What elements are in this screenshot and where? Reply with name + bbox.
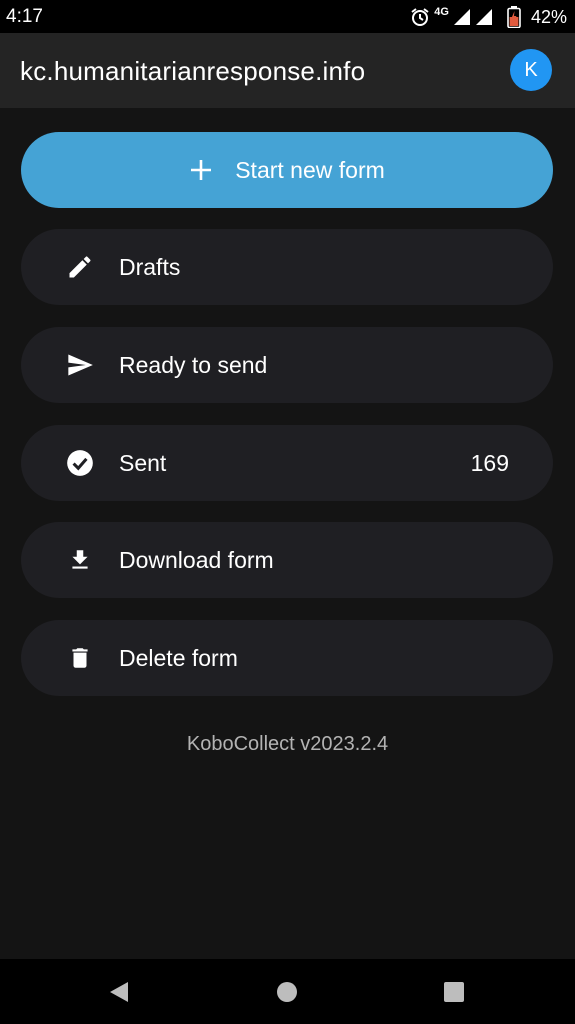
app-bar: kc.humanitarianresponse.info K [0,33,575,108]
status-bar: 4:17 4G 42% [0,0,575,33]
project-title: kc.humanitarianresponse.info [20,56,366,86]
plus-icon [191,160,212,180]
trash-icon [66,644,94,672]
delete-form-label: Delete form [119,645,238,671]
delete-form-button[interactable]: Delete form [21,620,553,696]
network-type-label: 4G [434,6,449,18]
sent-label: Sent [119,450,167,476]
avatar-letter: K [524,58,538,81]
app-version: KoboCollect v2023.2.4 [186,733,389,755]
sent-button[interactable]: Sent 169 [21,425,553,501]
signal-icon-secondary [475,9,492,25]
send-icon [66,351,94,379]
sent-count: 169 [470,450,509,476]
battery-percent: 42% [530,6,567,27]
start-new-form-label: Start new form [235,156,385,183]
status-time: 4:17 [6,6,43,27]
start-new-form-button[interactable]: Start new form [21,132,553,208]
check-circle-icon [66,449,94,477]
project-avatar-button[interactable]: K [510,49,552,91]
drafts-button[interactable]: Drafts [21,229,553,305]
back-icon[interactable] [108,981,130,1008]
status-icons: 4G 42% [410,5,567,29]
download-icon [66,546,94,574]
download-form-label: Download form [119,547,274,573]
drafts-label: Drafts [119,254,181,280]
pencil-icon [66,253,94,281]
signal-icon [453,9,470,25]
battery-icon [507,6,521,28]
recents-icon[interactable] [443,981,465,1008]
ready-to-send-label: Ready to send [119,352,268,378]
download-form-button[interactable]: Download form [21,522,553,598]
home-icon[interactable] [276,981,298,1008]
system-navigation-bar [0,959,575,1024]
ready-to-send-button[interactable]: Ready to send [21,327,553,403]
alarm-icon [411,8,429,26]
